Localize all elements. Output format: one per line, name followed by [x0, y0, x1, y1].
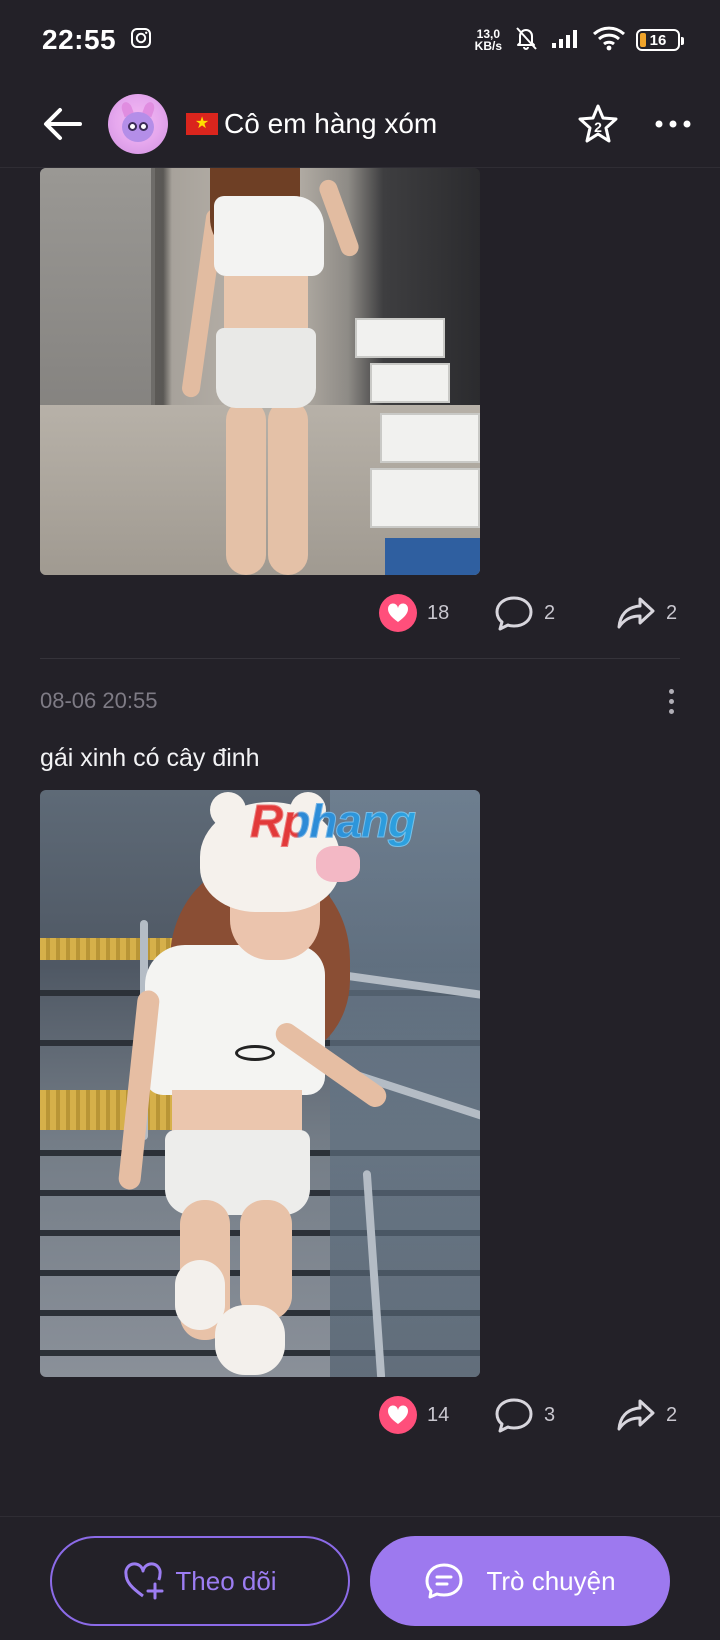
back-button[interactable] — [38, 100, 86, 148]
network-speed: 13,0 KB/s — [474, 27, 502, 53]
bell-muted-icon — [512, 24, 540, 57]
post-actions: 14 3 2 — [0, 1390, 720, 1440]
battery-indicator: 16 — [636, 29, 684, 51]
heart-plus-icon — [124, 1562, 164, 1600]
chat-label: Trò chuyện — [486, 1565, 616, 1596]
share-button[interactable]: 2 — [616, 596, 677, 630]
follow-button[interactable]: Theo dõi — [50, 1536, 350, 1626]
signal-icon — [550, 27, 582, 54]
chat-bubble-icon — [425, 1563, 463, 1599]
watermark: Rphang — [249, 795, 416, 848]
comment-icon — [495, 1398, 533, 1433]
share-icon — [617, 1399, 655, 1431]
divider — [40, 658, 680, 659]
share-button[interactable]: 2 — [616, 1398, 677, 1432]
heart-icon — [379, 594, 417, 632]
share-icon — [617, 597, 655, 629]
favorite-button[interactable]: 2 — [576, 102, 620, 146]
post-image[interactable]: Rphang — [40, 790, 480, 1377]
heart-icon — [379, 1396, 417, 1434]
post-timestamp: 08-06 20:55 — [40, 688, 158, 713]
avatar[interactable] — [108, 93, 168, 154]
comment-count: 3 — [544, 1403, 556, 1426]
comment-icon — [495, 596, 533, 631]
more-horizontal-icon — [655, 120, 691, 127]
post-header: 08-06 20:55 — [40, 686, 680, 716]
instagram-icon — [130, 27, 152, 54]
bottom-bar: Theo dõi Trò chuyện — [0, 1516, 720, 1640]
comment-count: 2 — [544, 601, 556, 624]
star-badge-icon: 2 — [578, 104, 618, 142]
more-options-button[interactable] — [654, 119, 692, 129]
share-count: 2 — [666, 601, 678, 624]
post-options-button[interactable] — [663, 685, 680, 718]
like-count: 14 — [427, 1403, 450, 1426]
top-bar: ★ Cô em hàng xóm 2 — [0, 80, 720, 168]
status-time: 22:55 — [42, 24, 117, 55]
wifi-icon — [592, 25, 626, 56]
page-title: Cô em hàng xóm — [224, 107, 438, 139]
follow-label: Theo dõi — [175, 1565, 277, 1596]
like-button[interactable]: 14 — [379, 1396, 449, 1434]
like-button[interactable]: 18 — [379, 594, 449, 632]
share-count: 2 — [666, 1403, 678, 1426]
comment-button[interactable]: 3 — [494, 1397, 555, 1433]
post-actions: 18 2 2 — [0, 588, 720, 638]
svg-text:2: 2 — [594, 119, 602, 135]
post-caption: gái xinh có cây đinh — [40, 744, 260, 772]
arrow-left-icon — [44, 107, 82, 140]
like-count: 18 — [427, 601, 450, 624]
chat-button[interactable]: Trò chuyện — [370, 1536, 670, 1626]
vietnam-flag-icon: ★ — [186, 112, 218, 135]
comment-button[interactable]: 2 — [494, 595, 555, 631]
post-image[interactable] — [40, 168, 480, 575]
status-bar: 22:55 13,0 KB/s 16 — [0, 0, 720, 80]
